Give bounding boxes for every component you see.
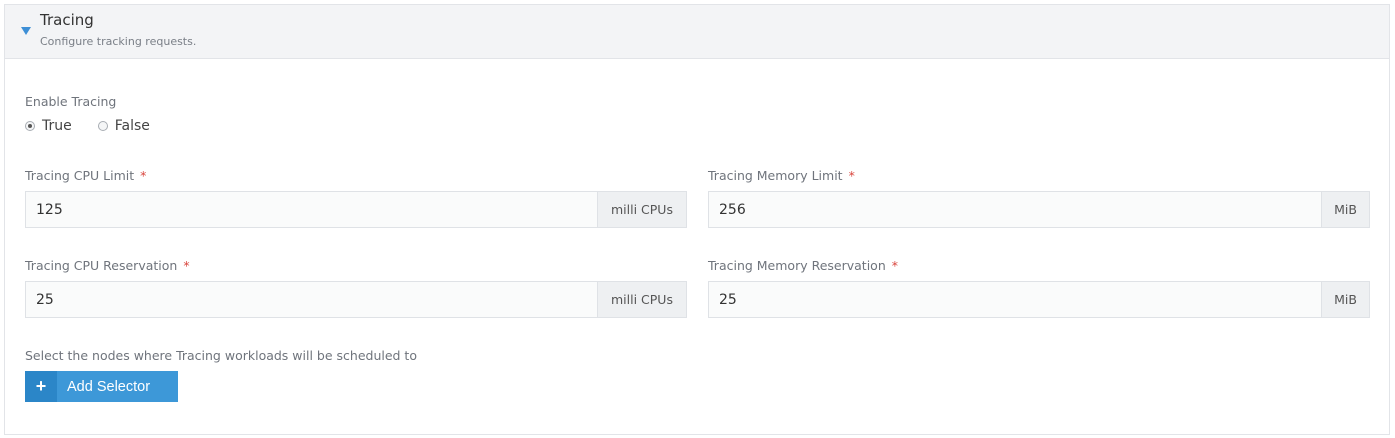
- cpu-limit-unit: milli CPUs: [597, 192, 686, 227]
- cpu-limit-label-text: Tracing CPU Limit: [25, 168, 135, 183]
- cpu-limit-input[interactable]: [26, 192, 597, 227]
- cpu-reservation-input[interactable]: [26, 282, 597, 317]
- cpu-reservation-label: Tracing CPU Reservation *: [25, 258, 190, 273]
- radio-true-label[interactable]: True: [42, 118, 72, 134]
- enable-tracing-radio-group: True False: [25, 118, 176, 134]
- cpu-limit-field: milli CPUs: [25, 191, 687, 228]
- memory-limit-unit: MiB: [1321, 192, 1369, 227]
- required-marker: *: [140, 168, 147, 183]
- add-selector-button[interactable]: + Add Selector: [25, 371, 178, 402]
- memory-limit-label-text: Tracing Memory Limit: [708, 168, 843, 183]
- section-header[interactable]: Tracing Configure tracking requests.: [5, 5, 1389, 59]
- section-title: Tracing: [40, 11, 94, 29]
- required-marker: *: [891, 258, 898, 273]
- cpu-reservation-field: milli CPUs: [25, 281, 687, 318]
- enable-tracing-label: Enable Tracing: [25, 94, 117, 109]
- memory-limit-input[interactable]: [709, 192, 1321, 227]
- memory-limit-label: Tracing Memory Limit *: [708, 168, 855, 183]
- radio-false-label[interactable]: False: [115, 118, 150, 134]
- required-marker: *: [848, 168, 855, 183]
- radio-false-circle[interactable]: [97, 121, 108, 131]
- memory-reservation-field: MiB: [708, 281, 1370, 318]
- cpu-limit-label: Tracing CPU Limit *: [25, 168, 146, 183]
- memory-reservation-unit: MiB: [1321, 282, 1369, 317]
- radio-false[interactable]: False: [97, 118, 150, 134]
- radio-true[interactable]: True: [25, 118, 72, 134]
- cpu-reservation-unit: milli CPUs: [597, 282, 686, 317]
- memory-reservation-label-text: Tracing Memory Reservation: [708, 258, 886, 273]
- add-selector-label: Add Selector: [67, 378, 151, 395]
- radio-true-circle[interactable]: [25, 121, 35, 131]
- memory-reservation-label: Tracing Memory Reservation *: [708, 258, 898, 273]
- required-marker: *: [183, 258, 190, 273]
- memory-limit-field: MiB: [708, 191, 1370, 228]
- memory-reservation-input[interactable]: [709, 282, 1321, 317]
- cpu-reservation-label-text: Tracing CPU Reservation: [25, 258, 178, 273]
- node-selector-label: Select the nodes where Tracing workloads…: [25, 348, 417, 363]
- plus-icon: +: [25, 371, 57, 402]
- section-subtitle: Configure tracking requests.: [40, 35, 197, 48]
- caret-down-icon[interactable]: [21, 27, 31, 35]
